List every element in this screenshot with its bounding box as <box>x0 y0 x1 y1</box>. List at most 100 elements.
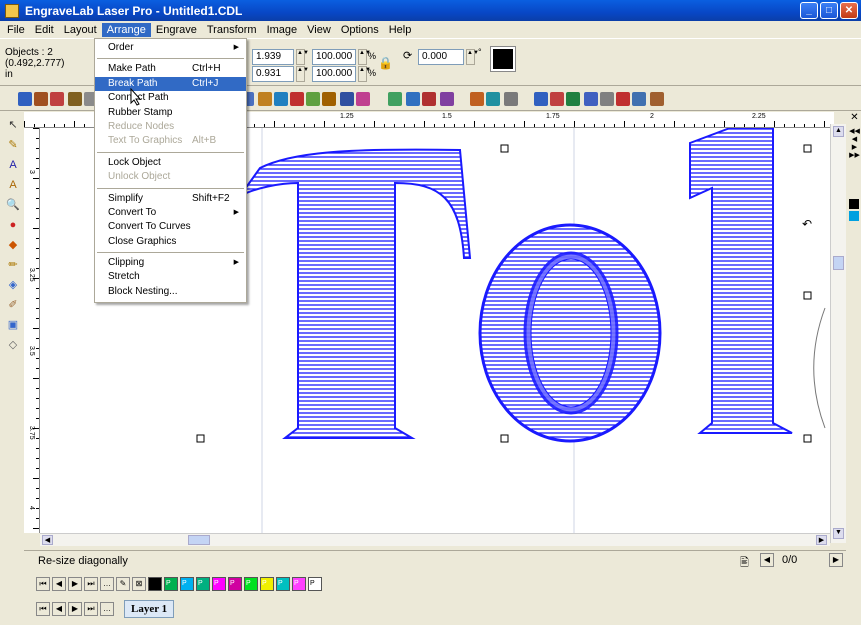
toolbar-tool-23-icon[interactable] <box>566 92 580 106</box>
text-fit-tool-icon[interactable]: A <box>5 177 21 193</box>
menu-item-unlock-object[interactable]: Unlock Object <box>95 170 246 184</box>
scroll-right-arrow-icon[interactable]: ▶ <box>816 535 827 545</box>
menu-item-break-path[interactable]: Break Path Ctrl+J <box>95 76 246 92</box>
menu-item-simplify[interactable]: Simplify Shift+F2 <box>95 192 246 206</box>
toolbar-tool-28-icon[interactable] <box>650 92 664 106</box>
selection-handle-bottom[interactable] <box>500 434 509 443</box>
prev-layer-button[interactable]: ◀ <box>52 602 66 616</box>
scroll-down-arrow-icon[interactable]: ▼ <box>833 528 844 539</box>
pencil-tool-icon[interactable]: ✏ <box>5 257 21 273</box>
toolbar-tool-25-icon[interactable] <box>600 92 614 106</box>
menu-transform[interactable]: Transform <box>202 23 262 37</box>
selection-handle-top[interactable] <box>500 144 509 153</box>
toolbar-tool-17-icon[interactable] <box>440 92 454 106</box>
toolbar-tool-3-icon[interactable] <box>50 92 64 106</box>
rotation-spinner[interactable]: ▲▼ <box>466 49 479 65</box>
fill-color-swatch[interactable] <box>490 46 516 72</box>
color-page-swatch[interactable]: P <box>260 577 274 591</box>
menu-item-block-nesting[interactable]: Block Nesting... <box>95 285 246 299</box>
maximize-button[interactable]: □ <box>820 2 838 19</box>
menu-engrave[interactable]: Engrave <box>151 23 202 37</box>
scale-y-input[interactable]: 100.000 <box>312 66 356 82</box>
color-page-swatch[interactable]: P <box>196 577 210 591</box>
horizontal-scroll-thumb[interactable] <box>188 535 210 545</box>
next-page-button[interactable]: ▶ <box>68 577 82 591</box>
toolbar-tool-9-icon[interactable] <box>290 92 304 106</box>
toolbar-tool-19-icon[interactable] <box>486 92 500 106</box>
menu-item-order[interactable]: Order ▶ <box>95 41 246 55</box>
prev-page-button[interactable]: ◀ <box>52 577 66 591</box>
more-layers-button[interactable]: … <box>100 602 114 616</box>
page-prev-button[interactable]: ◀ <box>760 553 774 567</box>
toolbar-tool-14-icon[interactable] <box>388 92 402 106</box>
menu-item-clipping[interactable]: Clipping ▶ <box>95 256 246 270</box>
color-page-swatch[interactable]: P <box>308 577 322 591</box>
lock-ratio-icon[interactable]: 🔒 <box>378 56 393 70</box>
docker-next-icon[interactable]: ▶ <box>848 143 861 151</box>
brush-tool-icon[interactable]: ✐ <box>5 297 21 313</box>
toolbar-tool-20-icon[interactable] <box>504 92 518 106</box>
toolbar-tool-8-icon[interactable] <box>274 92 288 106</box>
toolbar-tool-27-icon[interactable] <box>632 92 646 106</box>
close-button[interactable]: ✕ <box>840 2 858 19</box>
shape-tool-icon[interactable]: ✎ <box>5 137 21 153</box>
width-input[interactable]: 1.939 <box>252 49 294 65</box>
last-page-button[interactable]: ⏭ <box>84 577 98 591</box>
more-pages-button[interactable]: … <box>100 577 114 591</box>
menu-item-text-to-graphics[interactable]: Text To Graphics Alt+B <box>95 134 246 148</box>
pen-tool-icon[interactable]: ◆ <box>5 237 21 253</box>
menu-file[interactable]: File <box>2 23 30 37</box>
selection-handle-bottom-right[interactable] <box>803 434 812 443</box>
height-spinner[interactable]: ▲▼ <box>296 66 309 82</box>
menu-edit[interactable]: Edit <box>30 23 59 37</box>
color-page-swatch[interactable]: P <box>212 577 226 591</box>
page-icon[interactable]: 🖹 <box>740 554 749 573</box>
next-layer-button[interactable]: ▶ <box>68 602 82 616</box>
scale-x-input[interactable]: 100.000 <box>312 49 356 65</box>
stamp-tool-icon[interactable]: ▣ <box>5 317 21 333</box>
toolbar-tool-1-icon[interactable] <box>18 92 32 106</box>
vertical-scroll-thumb[interactable] <box>833 256 844 270</box>
color-page-swatch[interactable]: P <box>164 577 178 591</box>
menu-image[interactable]: Image <box>262 23 303 37</box>
color-page-swatch[interactable]: P <box>244 577 258 591</box>
menu-item-make-path[interactable]: Make Path Ctrl+H <box>95 62 246 76</box>
color-page-swatch[interactable]: P <box>180 577 194 591</box>
toolbar-tool-2-icon[interactable] <box>34 92 48 106</box>
menu-item-rubber-stamp[interactable]: Rubber Stamp <box>95 106 246 120</box>
toolbar-tool-12-icon[interactable] <box>340 92 354 106</box>
toolbar-tool-13-icon[interactable] <box>356 92 370 106</box>
menu-item-reduce-nodes[interactable]: Reduce Nodes <box>95 120 246 134</box>
docker-color-black[interactable] <box>849 199 859 209</box>
toolbar-tool-10-icon[interactable] <box>306 92 320 106</box>
toolbar-tool-24-icon[interactable] <box>584 92 598 106</box>
text-tool-icon[interactable]: A <box>5 157 21 173</box>
fill-tool-icon[interactable]: ◈ <box>5 277 21 293</box>
last-layer-button[interactable]: ⏭ <box>84 602 98 616</box>
pen-icon[interactable]: ✎ <box>116 577 130 591</box>
docker-last-icon[interactable]: ▶▶ <box>848 151 861 159</box>
menu-options[interactable]: Options <box>336 23 384 37</box>
vertical-scrollbar[interactable]: ▲ ▼ <box>830 124 846 543</box>
zoom-tool-icon[interactable]: 🔍 <box>5 197 21 213</box>
docker-color-cyan[interactable] <box>849 211 859 221</box>
menu-item-convert-to[interactable]: Convert To ▶ <box>95 206 246 220</box>
selection-handle-right[interactable] <box>803 291 812 300</box>
scale-x-spinner[interactable]: ▲▼ <box>358 49 371 65</box>
color-page-swatch[interactable] <box>148 577 162 591</box>
menu-item-stretch[interactable]: Stretch <box>95 270 246 284</box>
docker-prev-icon[interactable]: ◀ <box>848 135 861 143</box>
selection-handle-top-right[interactable] <box>803 144 812 153</box>
scroll-left-arrow-icon[interactable]: ◀ <box>42 535 53 545</box>
color-page-swatch[interactable]: P <box>292 577 306 591</box>
menu-item-connect-path[interactable]: Connect Path <box>95 91 246 105</box>
color-page-swatch[interactable]: P <box>276 577 290 591</box>
docker-nav-icon[interactable]: ◀◀ <box>848 127 861 135</box>
no-color-icon[interactable]: ⊠ <box>132 577 146 591</box>
first-page-button[interactable]: ⏮ <box>36 577 50 591</box>
toolbar-tool-22-icon[interactable] <box>550 92 564 106</box>
menu-item-close-graphics[interactable]: Close Graphics <box>95 235 246 249</box>
menu-help[interactable]: Help <box>384 23 417 37</box>
minimize-button[interactable]: _ <box>800 2 818 19</box>
toolbar-tool-16-icon[interactable] <box>422 92 436 106</box>
